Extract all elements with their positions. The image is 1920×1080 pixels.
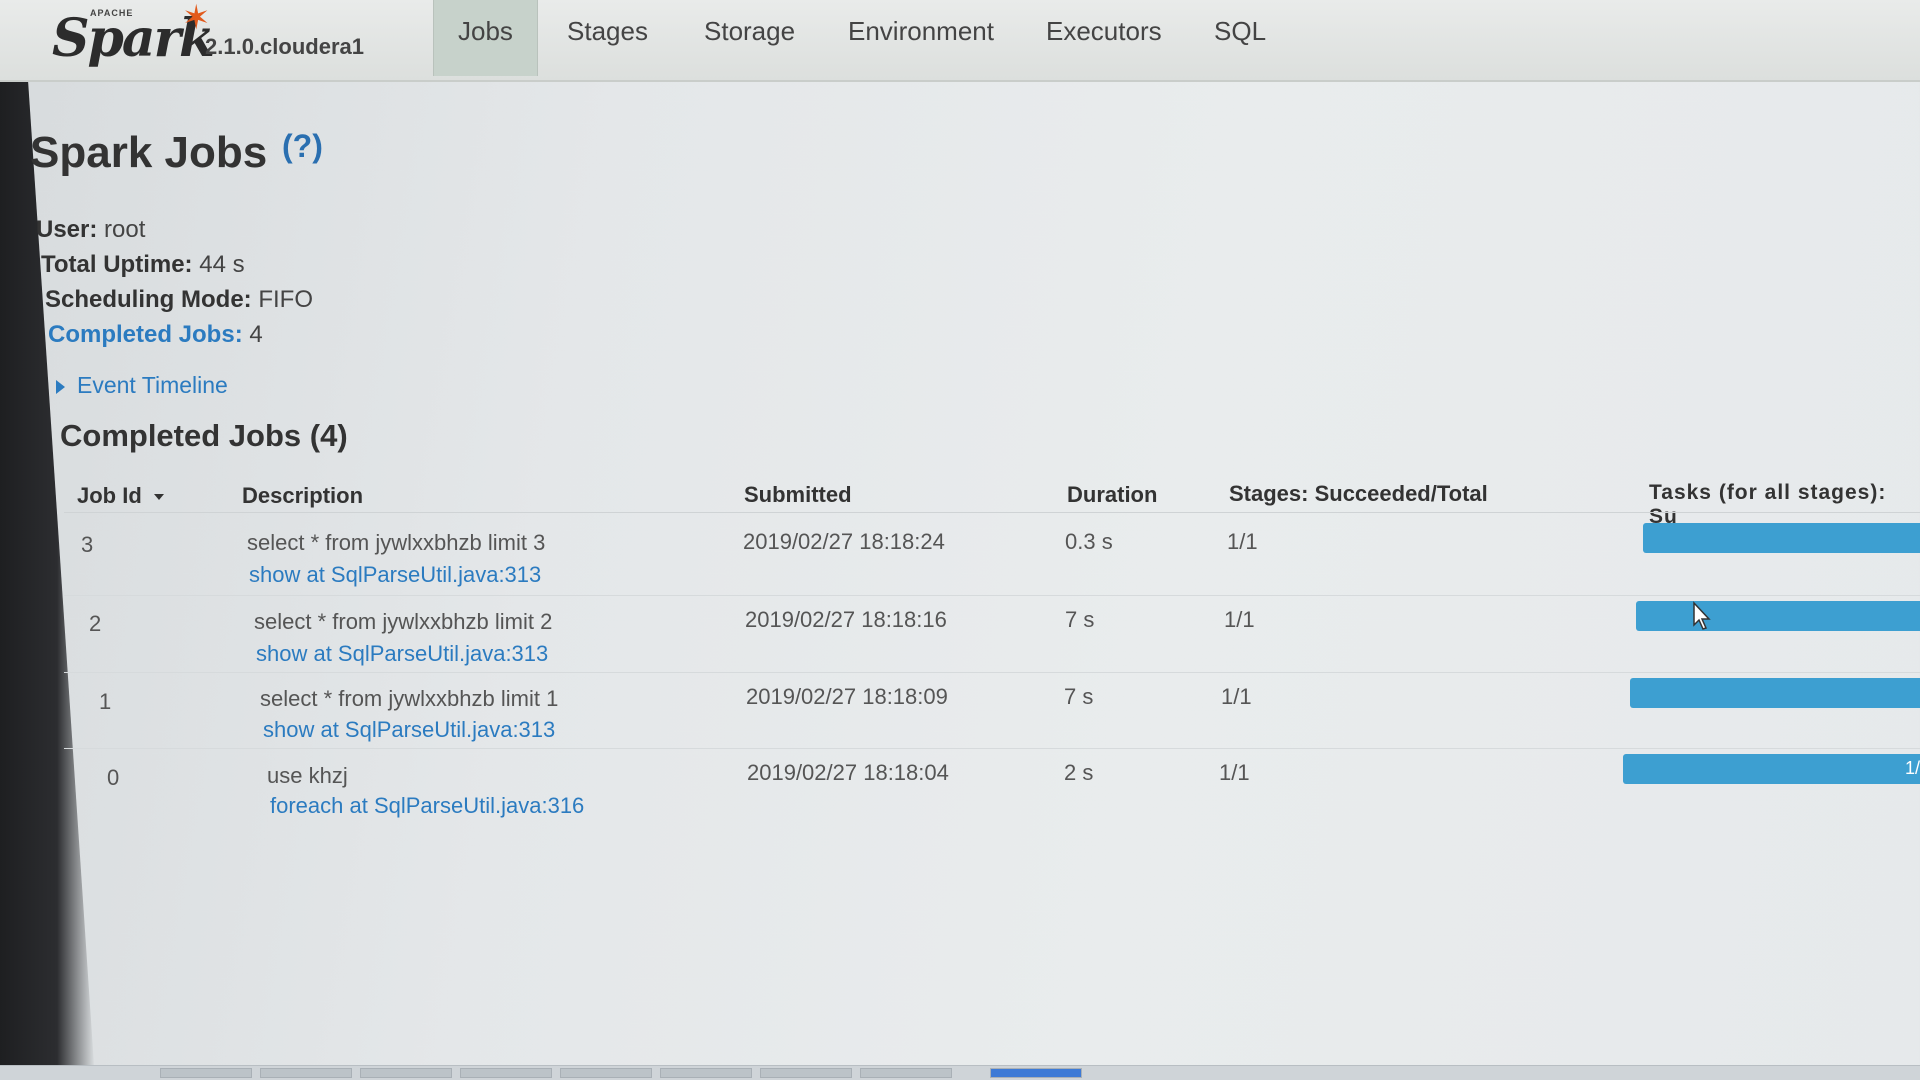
completed-jobs-heading[interactable]: Completed Jobs (4) xyxy=(60,418,348,454)
job-description-cell: select * from jywlxxbhzb limit 3 xyxy=(247,530,546,555)
tasks-progress-bar: 1/ xyxy=(1623,754,1920,784)
help-link[interactable]: (?) xyxy=(282,128,323,165)
job-call-site-link[interactable]: show at SqlParseUtil.java:313 xyxy=(256,641,548,667)
completed-jobs-count: 4 xyxy=(249,321,263,348)
tasks-progress-bar xyxy=(1643,523,1920,553)
job-stages-cell: 1/1 xyxy=(1221,684,1252,709)
taskbar-button[interactable] xyxy=(660,1068,752,1078)
scheduling-mode-value: FIFO xyxy=(258,286,313,313)
table-header-divider xyxy=(64,512,1920,513)
job-duration-cell: 7 s xyxy=(1064,684,1094,709)
job-duration-cell: 2 s xyxy=(1064,760,1094,785)
summary-uptime: Total Uptime: 44 s xyxy=(41,251,245,279)
mouse-cursor-icon xyxy=(1693,601,1711,630)
main-content: Spark Jobs (?) User: root Total Uptime: … xyxy=(0,0,1920,1080)
uptime-value: 44 s xyxy=(199,251,245,278)
col-header-stages[interactable]: Stages: Succeeded/Total xyxy=(1229,481,1488,507)
col-header-submitted[interactable]: Submitted xyxy=(744,482,852,508)
job-submitted-cell: 2019/02/27 18:18:09 xyxy=(746,684,948,709)
job-description-cell: use khzj xyxy=(267,763,348,788)
taskbar-button[interactable] xyxy=(260,1068,352,1078)
job-call-site-link[interactable]: foreach at SqlParseUtil.java:316 xyxy=(270,793,584,819)
job-description-cell: select * from jywlxxbhzb limit 1 xyxy=(260,686,559,711)
job-submitted-cell: 2019/02/27 18:18:16 xyxy=(745,607,947,632)
row-divider xyxy=(64,672,1920,673)
job-call-site-link[interactable]: show at SqlParseUtil.java:313 xyxy=(249,562,541,588)
job-submitted-cell: 2019/02/27 18:18:04 xyxy=(747,760,949,785)
taskbar-button[interactable] xyxy=(160,1068,252,1078)
tasks-progress-bar xyxy=(1636,601,1920,631)
row-divider xyxy=(64,748,1920,749)
col-header-description[interactable]: Description xyxy=(242,483,363,509)
job-id-cell: 1 xyxy=(99,689,112,714)
uptime-label: Total Uptime: xyxy=(41,251,193,278)
taskbar-button[interactable] xyxy=(860,1068,952,1078)
page-title: Spark Jobs xyxy=(30,128,268,177)
col-header-job-id[interactable]: Job Id xyxy=(77,483,164,509)
scheduling-mode-label: Scheduling Mode: xyxy=(45,286,252,313)
job-description-cell: select * from jywlxxbhzb limit 2 xyxy=(254,609,553,634)
job-submitted-cell: 2019/02/27 18:18:24 xyxy=(743,529,945,554)
summary-scheduling-mode: Scheduling Mode: FIFO xyxy=(45,286,313,314)
summary-completed-jobs[interactable]: Completed Jobs: 4 xyxy=(48,321,263,349)
taskbar-button[interactable] xyxy=(560,1068,652,1078)
summary-user: User: root xyxy=(36,216,145,244)
job-id-cell: 0 xyxy=(107,765,120,790)
user-label: User: xyxy=(36,216,98,243)
taskbar-button[interactable] xyxy=(460,1068,552,1078)
col-header-job-id-label: Job Id xyxy=(77,483,142,508)
sort-desc-icon xyxy=(153,494,164,501)
job-stages-cell: 1/1 xyxy=(1227,529,1258,554)
col-header-tasks[interactable]: Tasks (for all stages): Su xyxy=(1649,481,1920,529)
col-header-duration[interactable]: Duration xyxy=(1067,482,1157,508)
taskbar-button[interactable] xyxy=(760,1068,852,1078)
job-id-cell: 2 xyxy=(89,611,102,636)
job-call-site-link[interactable]: show at SqlParseUtil.java:313 xyxy=(263,717,555,743)
taskbar-button[interactable] xyxy=(360,1068,452,1078)
taskbar-button-active[interactable] xyxy=(990,1068,1082,1078)
user-value: root xyxy=(104,216,146,243)
job-stages-cell: 1/1 xyxy=(1219,760,1250,785)
event-timeline-toggle[interactable]: Event Timeline xyxy=(56,372,228,399)
job-duration-cell: 0.3 s xyxy=(1065,529,1113,554)
event-timeline-label: Event Timeline xyxy=(77,372,228,398)
taskbar xyxy=(0,1065,1920,1080)
job-duration-cell: 7 s xyxy=(1065,607,1095,632)
expand-arrow-icon xyxy=(56,379,65,394)
tasks-progress-bar xyxy=(1630,678,1920,708)
tasks-progress-label: 1/ xyxy=(1904,758,1920,778)
completed-jobs-link[interactable]: Completed Jobs: xyxy=(48,321,243,348)
row-divider xyxy=(64,595,1920,596)
job-id-cell: 3 xyxy=(81,532,94,557)
job-stages-cell: 1/1 xyxy=(1224,607,1255,632)
